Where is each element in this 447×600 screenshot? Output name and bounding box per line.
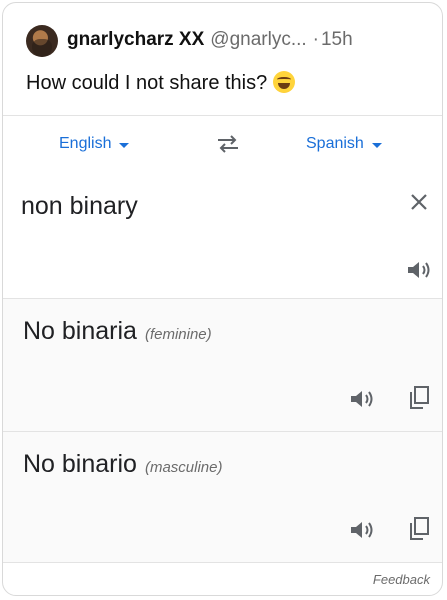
target-language-selector[interactable]: Spanish <box>306 135 382 153</box>
tweet-body: How could I not share this? <box>26 72 268 94</box>
display-name[interactable]: gnarlycharz XX <box>67 29 204 50</box>
user-handle[interactable]: @gnarlyc... <box>210 29 306 50</box>
separator-dot: · <box>312 29 319 50</box>
caret-down-icon <box>119 142 130 148</box>
translation-result: No binario (masculine) <box>3 432 442 563</box>
speaker-icon[interactable] <box>348 387 376 411</box>
gender-label: (masculine) <box>144 459 223 476</box>
tweet-card: gnarlycharz XX @gnarlyc... · 15h How could … <box>2 2 443 596</box>
feedback-link[interactable]: Feedback <box>373 572 430 587</box>
translation-result: No binaria (feminine) <box>3 299 442 432</box>
face-with-tears-of-joy-emoji <box>273 71 296 93</box>
source-language-selector[interactable]: English <box>59 135 130 153</box>
translation-screenshot: English Spanish non binary No binaria (f… <box>3 115 442 595</box>
tweet-timestamp[interactable]: 15h <box>321 29 353 50</box>
result-text[interactable]: No binario (masculine) <box>23 450 222 479</box>
language-bar: English Spanish <box>3 115 442 174</box>
source-input-area[interactable]: non binary <box>3 172 442 299</box>
gender-label: (feminine) <box>144 326 212 343</box>
copy-icon[interactable] <box>407 516 431 542</box>
avatar[interactable] <box>26 25 58 57</box>
target-language-label: Spanish <box>306 135 364 152</box>
source-text[interactable]: non binary <box>21 192 138 221</box>
speaker-icon[interactable] <box>405 258 433 282</box>
copy-icon[interactable] <box>407 385 431 411</box>
translation-text: No binaria <box>23 317 137 345</box>
tweet-author-line: gnarlycharz XX @gnarlyc... · 15h <box>67 28 353 52</box>
result-text[interactable]: No binaria (feminine) <box>23 317 212 346</box>
source-language-label: English <box>59 135 112 152</box>
tweet-header: gnarlycharz XX @gnarlyc... · 15h How could … <box>3 3 442 115</box>
tweet-text: How could I not share this? <box>26 70 296 96</box>
swap-languages-icon[interactable] <box>215 133 241 155</box>
translation-text: No binario <box>23 450 137 478</box>
caret-down-icon <box>371 142 382 148</box>
speaker-icon[interactable] <box>348 518 376 542</box>
close-icon[interactable] <box>407 190 431 214</box>
